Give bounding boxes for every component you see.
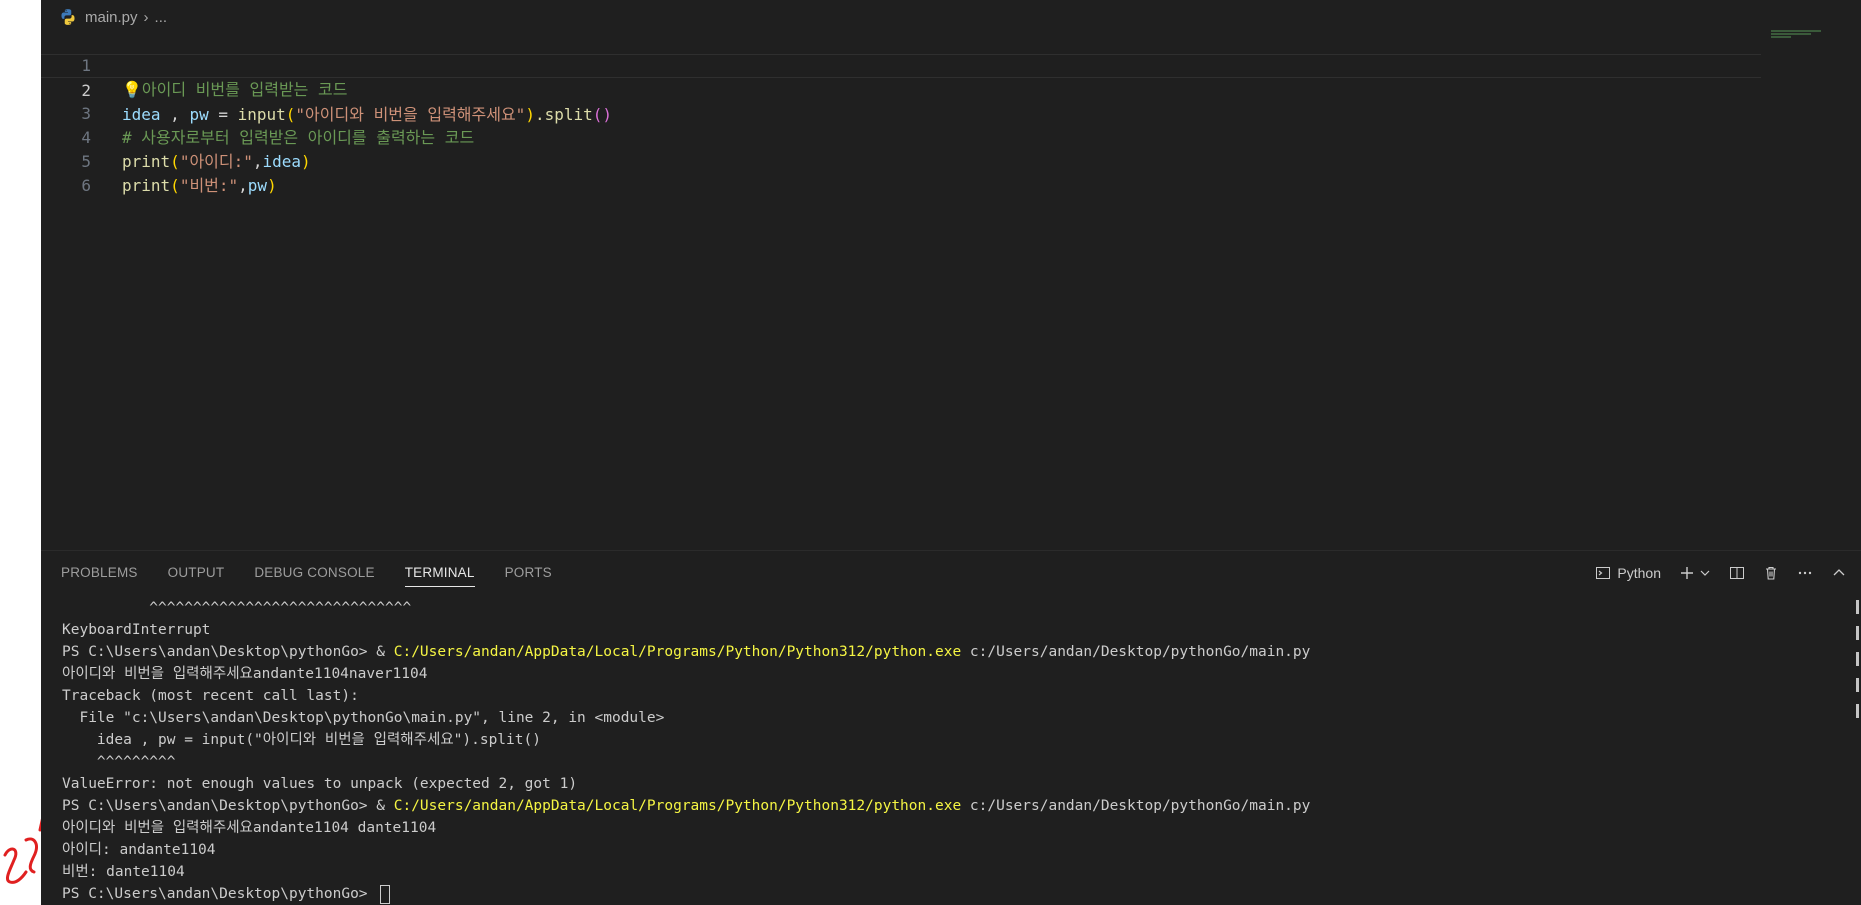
code-line: 5 print("비번:",pw) <box>41 126 1761 195</box>
token-variable: pw <box>247 176 268 195</box>
minimap[interactable] <box>1771 30 1831 42</box>
code-line-current: 2 idea , pw = input("아이디와 비번을 입력해주세요").s… <box>41 54 1761 124</box>
panel-actions: Python <box>1577 561 1847 585</box>
terminal-prompt-line: PS C:\Users\andan\Desktop\pythonGo> <box>62 883 1812 905</box>
terminal-icon <box>1596 567 1611 579</box>
python-file-icon <box>61 9 75 25</box>
bottom-panel: PROBLEMS OUTPUT DEBUG CONSOLE TERMINAL P… <box>41 550 1861 905</box>
terminal-line: KeyboardInterrupt <box>62 622 211 638</box>
breadcrumb-more[interactable]: ... <box>155 9 168 26</box>
prompt-text: PS C:\Users\andan\Desktop\pythonGo> <box>62 886 377 902</box>
breadcrumb-file[interactable]: main.py <box>85 9 138 26</box>
token-bracket: ) <box>267 176 277 195</box>
chevron-up-icon <box>1833 569 1845 576</box>
code-line: 4 print("아이디:",idea) <box>41 102 1761 171</box>
tab-output[interactable]: OUTPUT <box>168 565 225 587</box>
chevron-right-icon: › <box>143 8 149 26</box>
terminal-line: ^^^^^^^^^^^^^^^^^^^^^^^^^^^^^^ <box>62 600 412 616</box>
terminal-line: idea , pw = input("아이디와 비번을 입력해주세요").spl… <box>62 732 541 748</box>
prompt-text: PS C:\Users\andan\Desktop\pythonGo> & <box>62 644 394 660</box>
terminal-line: 비번: dante1104 <box>62 864 185 880</box>
terminal-output[interactable]: ^^^^^^^^^^^^^^^^^^^^^^^^^^^^^^ KeyboardI… <box>62 597 1812 905</box>
tab-ports[interactable]: PORTS <box>505 565 552 587</box>
python-exe-path: C:/Users/andan/AppData/Local/Programs/Py… <box>393 798 962 814</box>
split-terminal-button[interactable] <box>1729 565 1745 581</box>
python-exe-path: C:/Users/andan/AppData/Local/Programs/Py… <box>393 644 962 660</box>
terminal-shell-selector[interactable]: Python <box>1595 565 1661 581</box>
terminal-line: ^^^^^^^^^ <box>62 754 176 770</box>
token-function: print <box>122 176 171 195</box>
kill-terminal-button[interactable] <box>1763 565 1779 581</box>
terminal-line: File "c:\Users\andan\Desktop\pythonGo\ma… <box>62 710 665 726</box>
script-path: c:/Users/andan/Desktop/pythonGo/main.py <box>961 644 1311 660</box>
terminal-line: 아이디: andante1104 <box>62 842 216 858</box>
line-number: 6 <box>81 176 91 195</box>
left-margin <box>0 0 41 905</box>
terminal-scrollbar[interactable] <box>1847 590 1861 905</box>
panel-tabs: PROBLEMS OUTPUT DEBUG CONSOLE TERMINAL P… <box>61 565 582 587</box>
code-line: 3 # 사용자로부터 입력받은 아이디를 출력하는 코드 <box>41 78 1761 147</box>
script-path: c:/Users/andan/Desktop/pythonGo/main.py <box>961 798 1311 814</box>
trash-icon <box>1766 566 1776 580</box>
shell-label: Python <box>1617 565 1661 581</box>
code-editor[interactable]: 1 💡아이디 비번를 입력받는 코드 2 idea , pw = input("… <box>41 30 1861 550</box>
vscode-window: main.py › ... 1 💡아이디 비번를 입력받는 코드 2 idea … <box>41 0 1861 905</box>
tab-problems[interactable]: PROBLEMS <box>61 565 138 587</box>
code-line: 1 💡아이디 비번를 입력받는 코드 <box>41 30 1761 99</box>
terminal-line: ValueError: not enough values to unpack … <box>62 776 578 792</box>
prompt-text: PS C:\Users\andan\Desktop\pythonGo> & <box>62 798 394 814</box>
token-operator: , <box>238 176 248 195</box>
plus-icon <box>1681 567 1693 579</box>
split-icon <box>1730 567 1744 579</box>
breadcrumb: main.py › ... <box>41 4 167 30</box>
ellipsis-icon <box>1798 571 1812 575</box>
more-actions-button[interactable] <box>1797 565 1813 581</box>
terminal-line: PS C:\Users\andan\Desktop\pythonGo> & C:… <box>62 641 1812 663</box>
chevron-down-icon[interactable] <box>1699 567 1711 579</box>
tab-debug-console[interactable]: DEBUG CONSOLE <box>254 565 374 587</box>
code-line: 6 <box>41 150 1761 195</box>
terminal-cursor <box>380 884 391 904</box>
token-bracket: ( <box>170 176 180 195</box>
terminal-line: Traceback (most recent call last): <box>62 688 359 704</box>
tab-terminal[interactable]: TERMINAL <box>404 565 475 587</box>
token-string: "비번:" <box>179 176 239 195</box>
terminal-line: 아이디와 비번을 입력해주세요andante1104naver1104 <box>62 666 428 682</box>
terminal-line: PS C:\Users\andan\Desktop\pythonGo> & C:… <box>62 795 1812 817</box>
new-terminal-button[interactable] <box>1679 565 1711 581</box>
terminal-line: 아이디와 비번을 입력해주세요andante1104 dante1104 <box>62 820 437 836</box>
maximize-panel-button[interactable] <box>1831 565 1847 581</box>
